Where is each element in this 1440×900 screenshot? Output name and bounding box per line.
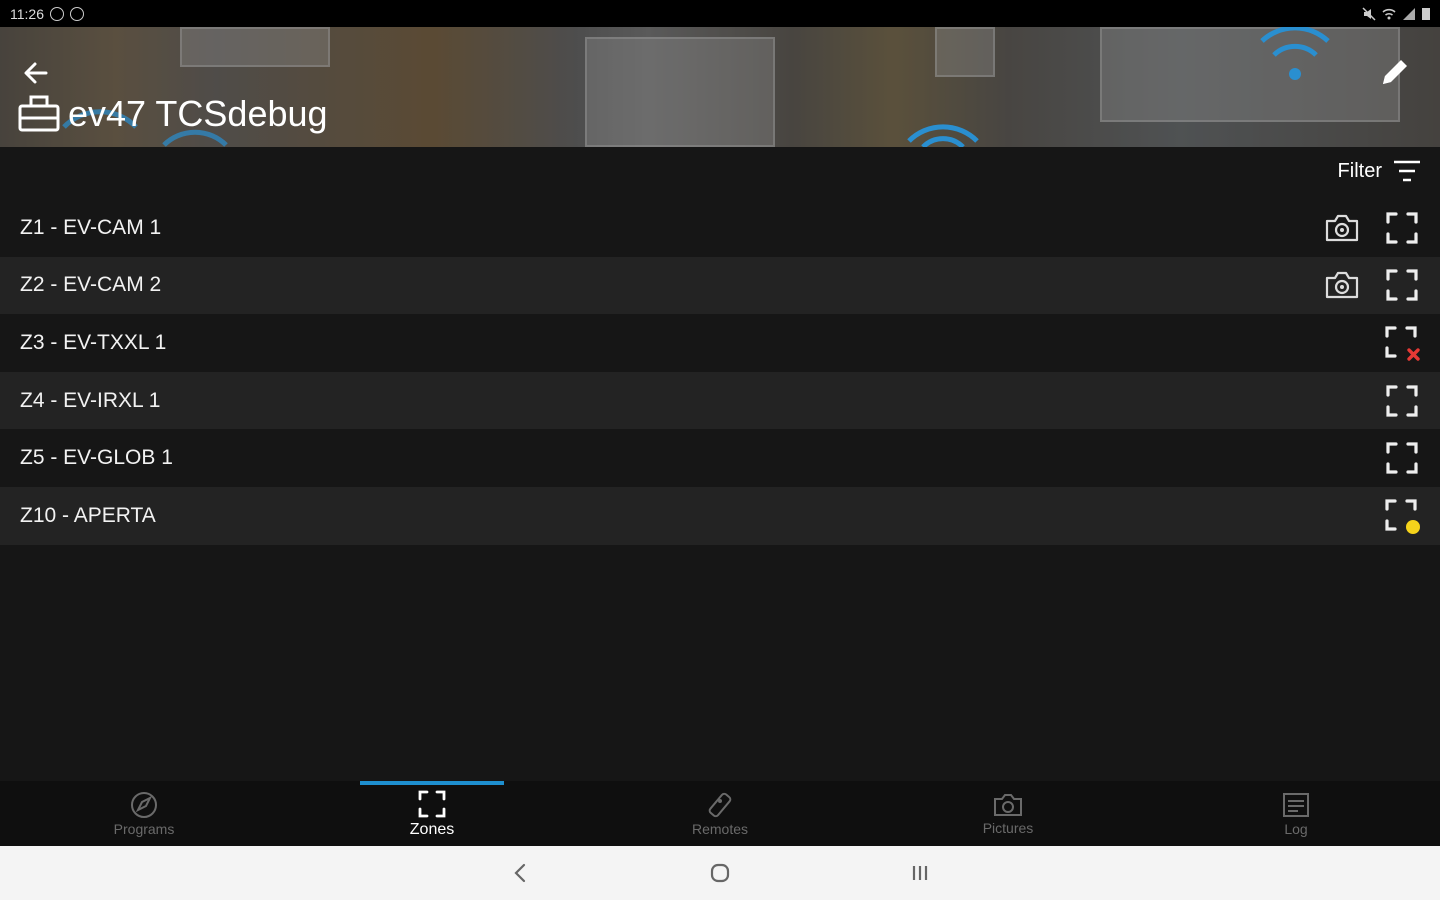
zone-label: Z4 - EV-IRXL 1 (20, 388, 161, 412)
arrow-left-icon (24, 62, 48, 84)
wifi-status-icon (1382, 8, 1396, 19)
system-recents-button[interactable] (905, 858, 935, 888)
zone-label: Z2 - EV-CAM 2 (20, 273, 162, 297)
status-bar: 11:26 (0, 0, 1440, 27)
battery-icon (1422, 7, 1430, 20)
zone-icon (1386, 212, 1418, 244)
tab-programs[interactable]: Programs (0, 781, 288, 846)
system-nav-bar (0, 846, 1440, 900)
status-time: 11:26 (10, 5, 44, 22)
rocket-icon (131, 791, 157, 818)
notification-icon (70, 6, 84, 21)
zone-row[interactable]: Z4 - EV-IRXL 1 (0, 371, 1440, 430)
tab-label: Zones (409, 820, 455, 838)
zone-camera-button[interactable] (1322, 208, 1362, 248)
zone-list: Z1 - EV-CAM 1 Z2 - EV-CAM 2 Z3 - EV-TXXL… (0, 199, 1440, 545)
recents-icon (912, 866, 928, 880)
page-title: ev47 TCSdebug (68, 93, 328, 134)
header-banner: ev47 TCSdebug (0, 27, 1440, 147)
tab-label: Programs (113, 820, 175, 837)
bottom-nav: Programs Zones Remotes Pictures Log (0, 781, 1440, 846)
tab-label: Pictures (982, 819, 1034, 836)
zone-status-button[interactable] (1382, 265, 1422, 305)
filter-icon (1394, 160, 1420, 182)
active-tab-indicator (360, 781, 504, 785)
zone-icon (1386, 442, 1418, 474)
pencil-icon (1383, 60, 1407, 84)
wifi-sensor-icon (1260, 27, 1330, 80)
signal-icon (1403, 7, 1415, 20)
tab-zones[interactable]: Zones (288, 781, 576, 846)
tab-pictures[interactable]: Pictures (864, 781, 1152, 846)
zone-status-button[interactable] (1382, 496, 1422, 536)
tab-log[interactable]: Log (1152, 781, 1440, 846)
edit-button[interactable] (1378, 55, 1412, 89)
remote-icon (708, 792, 732, 817)
zone-row[interactable]: Z10 - APERTA (0, 486, 1440, 545)
tab-remotes[interactable]: Remotes (576, 781, 864, 846)
zone-row[interactable]: Z3 - EV-TXXL 1 (0, 314, 1440, 372)
sync-icon (50, 6, 64, 21)
zone-status-button[interactable] (1382, 438, 1422, 478)
camera-icon (1325, 272, 1359, 299)
zone-label: Z10 - APERTA (20, 503, 156, 527)
zone-status-button[interactable] (1382, 208, 1422, 248)
zone-status-button[interactable] (1382, 381, 1422, 421)
filter-row: Filter (0, 147, 1440, 199)
log-icon (1283, 792, 1309, 817)
zone-label: Z3 - EV-TXXL 1 (20, 330, 167, 354)
zone-row[interactable]: Z2 - EV-CAM 2 (0, 256, 1440, 315)
header-title-row: ev47 TCSdebug (18, 93, 328, 135)
tab-label: Log (1284, 820, 1308, 837)
zone-camera-button[interactable] (1322, 265, 1362, 305)
tab-label: Remotes (691, 820, 749, 837)
chevron-left-icon (514, 863, 526, 883)
zone-error-icon (1385, 326, 1420, 361)
zone-label: Z1 - EV-CAM 1 (20, 215, 162, 239)
wifi-sensor-icon (907, 124, 979, 147)
zone-label: Z5 - EV-GLOB 1 (20, 446, 173, 470)
system-back-button[interactable] (505, 858, 535, 888)
back-button[interactable] (20, 57, 52, 89)
zone-open-icon (1385, 499, 1420, 534)
control-panel-icon (18, 95, 60, 132)
zone-icon (1386, 269, 1418, 301)
zone-icon (418, 790, 446, 817)
mute-icon (1362, 6, 1376, 21)
filter-button[interactable]: Filter (1338, 159, 1422, 183)
camera-icon (994, 793, 1022, 816)
filter-label: Filter (1337, 159, 1382, 182)
system-home-button[interactable] (705, 858, 735, 888)
zone-status-button[interactable] (1382, 323, 1422, 363)
zone-row[interactable]: Z1 - EV-CAM 1 (0, 199, 1440, 257)
camera-icon (1325, 214, 1359, 241)
zone-row[interactable]: Z5 - EV-GLOB 1 (0, 429, 1440, 487)
home-icon (710, 863, 730, 883)
zone-icon (1386, 384, 1418, 417)
